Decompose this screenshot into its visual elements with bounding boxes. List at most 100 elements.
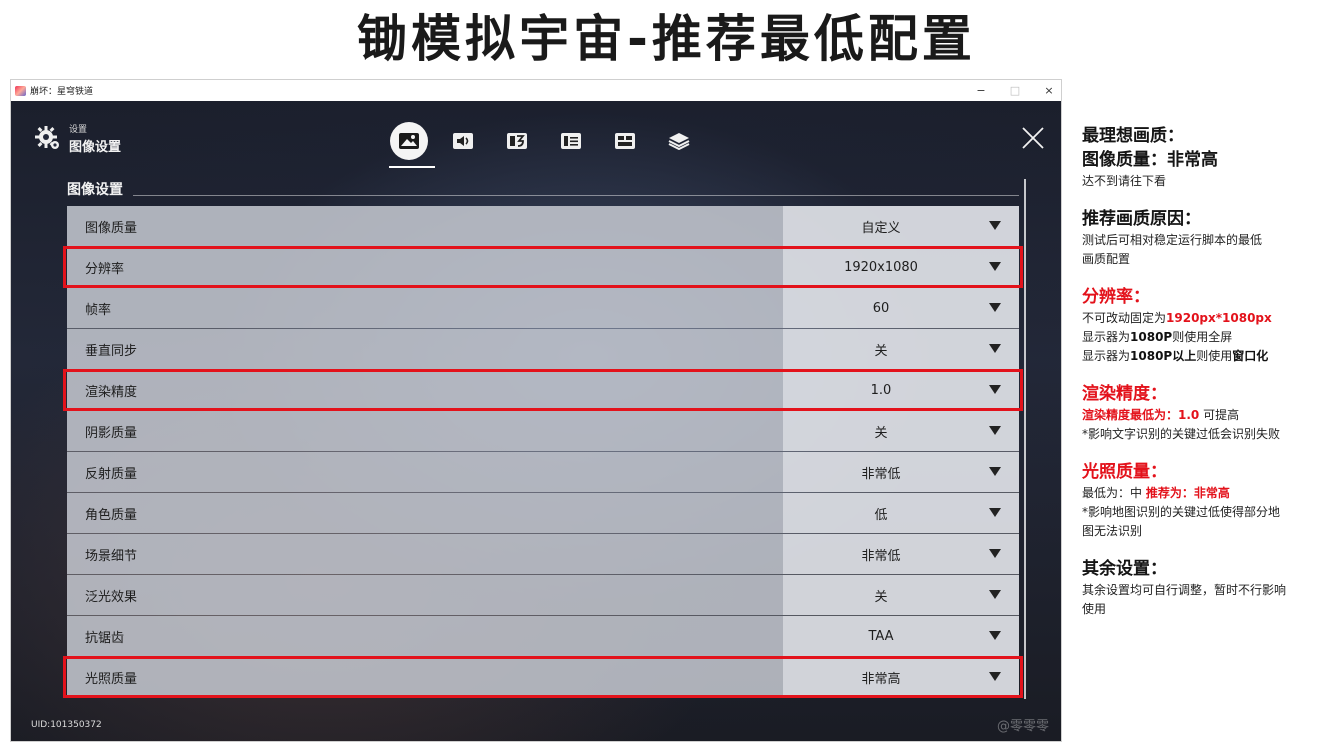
setting-row: 渲染精度 1.0: [63, 369, 1023, 411]
minimize-button[interactable]: −: [975, 84, 987, 97]
setting-dropdown[interactable]: 关: [783, 411, 1019, 451]
note-text: 渲染精度最低为：1.0 可提高: [1082, 408, 1240, 422]
keyboard-icon: [615, 133, 635, 149]
setting-value: 非常低: [861, 466, 901, 482]
setting-value: 1920x1080: [844, 259, 918, 275]
app-icon: [15, 85, 26, 96]
setting-row: 泛光效果 关: [67, 575, 1019, 616]
note-text: 其余设置均可自行调整，暂时不行影响: [1082, 583, 1287, 597]
setting-label: 泛光效果: [67, 575, 783, 615]
setting-value: 关: [874, 343, 888, 359]
dropdown-arrow-icon: [989, 549, 1001, 558]
setting-value: 60: [872, 300, 890, 316]
subtitles-icon: [561, 133, 581, 149]
note-other: 其余设置： 其余设置均可自行调整，暂时不行影响 使用: [1082, 557, 1322, 619]
speaker-icon: [453, 133, 473, 149]
note-text: 测试后可相对稳定运行脚本的最低: [1082, 233, 1263, 247]
note-heading: 渲染精度：: [1082, 384, 1167, 404]
settings-label: 设置: [69, 125, 88, 135]
notes-panel: 最理想画质： 图像质量：非常高 达不到请往下看 推荐画质原因： 测试后可相对稳定…: [1082, 124, 1322, 635]
setting-label: 垂直同步: [67, 329, 783, 369]
setting-value: 1.0: [870, 382, 892, 398]
setting-dropdown[interactable]: 关: [783, 575, 1019, 615]
note-heading: 推荐画质原因：: [1082, 209, 1201, 229]
note-subheading: 图像质量：非常高: [1082, 150, 1218, 170]
note-ideal: 最理想画质： 图像质量：非常高 达不到请往下看: [1082, 124, 1322, 191]
setting-label: 抗锯齿: [67, 616, 783, 656]
settings-tabs: [385, 117, 709, 168]
dropdown-arrow-icon: [989, 508, 1001, 517]
tab-graphics[interactable]: [385, 122, 435, 168]
note-text: 画质配置: [1082, 252, 1131, 266]
tab-language[interactable]: [493, 122, 541, 160]
dropdown-arrow-icon: [989, 426, 1001, 435]
language-icon: [507, 133, 527, 149]
setting-dropdown[interactable]: 关: [783, 329, 1019, 369]
setting-dropdown[interactable]: 自定义: [783, 206, 1019, 246]
tab-resources[interactable]: [655, 122, 703, 160]
close-window-button[interactable]: ×: [1043, 84, 1055, 97]
image-icon: [399, 133, 419, 149]
setting-dropdown[interactable]: 60: [783, 288, 1019, 328]
note-heading: 其余设置：: [1082, 559, 1167, 579]
setting-label: 角色质量: [67, 493, 783, 533]
window-titlebar: 崩坏：星穹铁道 − □ ×: [11, 80, 1061, 101]
gear-icon: [35, 126, 59, 149]
dropdown-arrow-icon: [989, 467, 1001, 476]
setting-label: 光照质量: [67, 657, 783, 697]
section-divider: [133, 195, 1019, 196]
note-text: 使用: [1082, 602, 1107, 616]
dropdown-arrow-icon: [989, 303, 1001, 312]
dropdown-arrow-icon: [989, 344, 1001, 353]
setting-value: TAA: [868, 628, 894, 644]
setting-value: 自定义: [861, 220, 901, 236]
setting-row: 反射质量 非常低: [67, 452, 1019, 493]
watermark: @零零零: [996, 719, 1049, 734]
scrollbar[interactable]: [1024, 179, 1026, 699]
note-heading: 分辨率：: [1082, 287, 1150, 307]
note-text: 达不到请往下看: [1082, 174, 1167, 188]
setting-row: 分辨率 1920x1080: [63, 246, 1023, 288]
layers-icon: [668, 133, 690, 150]
setting-label: 场景细节: [67, 534, 783, 574]
note-text: *影响文字识别的关键过低会识别失败: [1082, 427, 1281, 441]
dropdown-arrow-icon: [989, 590, 1001, 599]
window-controls: − □ ×: [975, 80, 1055, 101]
setting-dropdown[interactable]: 1.0: [783, 370, 1019, 410]
page-title: 锄模拟宇宙-推荐最低配置: [357, 10, 976, 68]
tab-subtitles[interactable]: [547, 122, 595, 160]
window-title: 崩坏：星穹铁道: [30, 87, 94, 97]
dropdown-arrow-icon: [989, 631, 1001, 640]
note-render-scale: 渲染精度： 渲染精度最低为：1.0 可提高 *影响文字识别的关键过低会识别失败: [1082, 382, 1322, 444]
setting-label: 分辨率: [67, 247, 783, 287]
settings-screen: 设置 图像设置 图像设置 图像质量 自定义 分辨率 1920x1080 帧率 6…: [11, 101, 1061, 741]
setting-dropdown[interactable]: 1920x1080: [783, 247, 1019, 287]
note-text: 显示器为1080P以上则使用窗口化: [1082, 349, 1269, 363]
setting-row: 光照质量 非常高: [63, 656, 1023, 698]
uid-label: UID:101350372: [31, 720, 102, 730]
setting-label: 图像质量: [67, 206, 783, 246]
setting-dropdown[interactable]: 非常低: [783, 534, 1019, 574]
dropdown-arrow-icon: [989, 672, 1001, 681]
note-heading: 光照质量：: [1082, 462, 1167, 482]
setting-dropdown[interactable]: 低: [783, 493, 1019, 533]
setting-dropdown[interactable]: 非常高: [783, 657, 1019, 697]
setting-dropdown[interactable]: 非常低: [783, 452, 1019, 492]
note-text: *影响地图识别的关键过低使得部分地: [1082, 505, 1281, 519]
setting-row: 垂直同步 关: [67, 329, 1019, 370]
settings-list: 图像质量 自定义 分辨率 1920x1080 帧率 60 垂直同步关渲染精度 1.0 阴影质量关…: [63, 206, 1023, 698]
note-reason: 推荐画质原因： 测试后可相对稳定运行脚本的最低 画质配置: [1082, 207, 1322, 269]
note-text: 图无法识别: [1082, 524, 1143, 538]
close-icon[interactable]: [1021, 126, 1045, 150]
setting-row: 场景细节 非常低: [67, 534, 1019, 575]
tab-controls[interactable]: [601, 122, 649, 160]
setting-dropdown[interactable]: TAA: [783, 616, 1019, 656]
setting-row: 帧率 60: [67, 288, 1019, 329]
maximize-button[interactable]: □: [1009, 84, 1021, 97]
setting-label: 阴影质量: [67, 411, 783, 451]
tab-audio[interactable]: [439, 122, 487, 160]
settings-page-name: 图像设置: [69, 140, 122, 155]
game-window: 崩坏：星穹铁道 − □ × 设置 图像设置 图像设置 图像质量 自定义 分辨率 …: [10, 79, 1062, 742]
setting-row: 图像质量 自定义: [67, 206, 1019, 247]
setting-row: 抗锯齿 TAA: [67, 616, 1019, 657]
